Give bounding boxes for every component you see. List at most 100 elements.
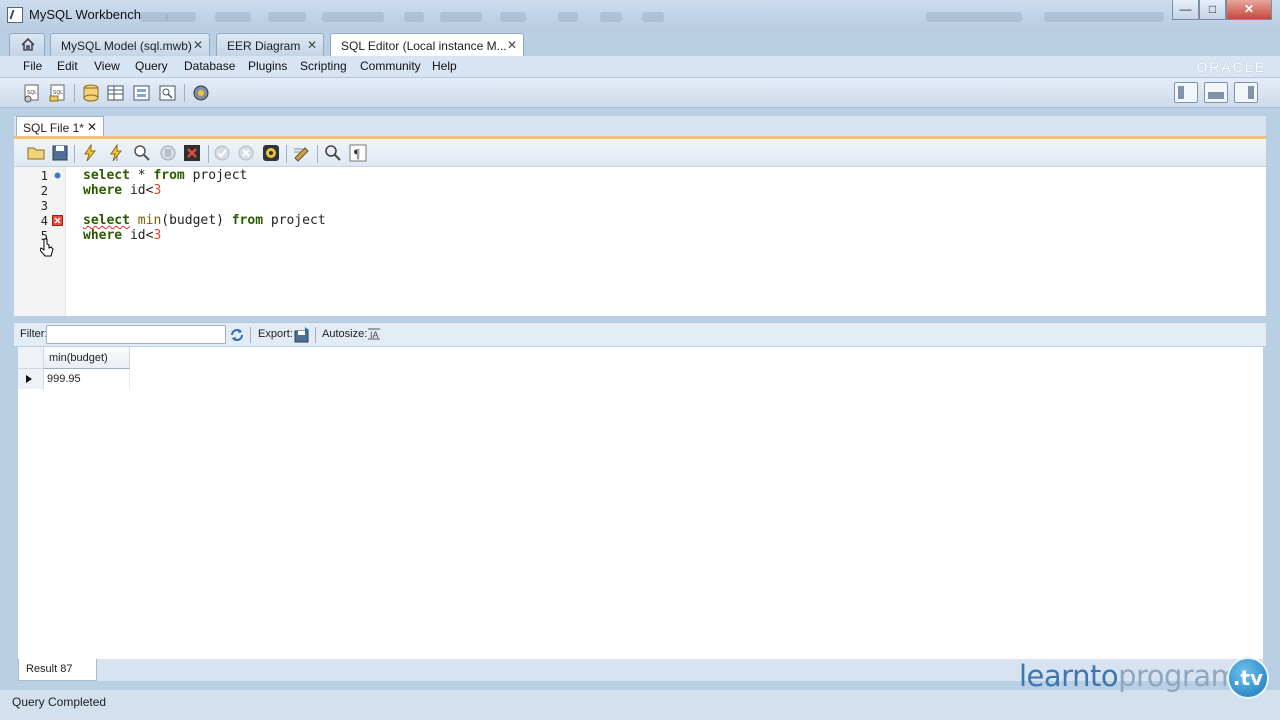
table-cell[interactable]: 999.95	[44, 369, 130, 389]
tab-eer-diagram[interactable]: EER Diagram ✕	[216, 33, 324, 56]
function-name: min	[137, 213, 162, 228]
create-table-icon[interactable]	[106, 83, 126, 103]
menu-query[interactable]: Query	[135, 59, 168, 73]
number-literal: 3	[153, 183, 162, 198]
current-row-marker[interactable]	[18, 369, 44, 389]
tab-label: MySQL Model (sql.mwb)	[61, 39, 192, 53]
execute-icon[interactable]	[80, 143, 100, 163]
close-icon[interactable]: ✕	[507, 38, 517, 52]
minimize-button[interactable]: —	[1172, 0, 1199, 20]
keyword: from	[153, 168, 185, 183]
blurred-menu-ghost	[215, 12, 251, 22]
menu-file[interactable]: File	[23, 59, 42, 73]
close-window-button[interactable]: ✕	[1226, 0, 1272, 20]
line-number: 4	[40, 214, 48, 228]
create-view-icon[interactable]	[132, 83, 152, 103]
open-file-icon[interactable]	[26, 143, 46, 163]
sql-editor-panel: SQL File 1* ✕ I ¶ 1 2 3 4 5 select * fro…	[14, 116, 1266, 316]
close-icon[interactable]: ✕	[307, 38, 317, 52]
main-toolbar: SQL SQL	[0, 78, 1280, 108]
stop-icon[interactable]	[158, 143, 178, 163]
create-schema-icon[interactable]	[80, 83, 100, 103]
toolbar-separator	[250, 327, 251, 343]
home-tab[interactable]	[9, 33, 45, 56]
commit-icon[interactable]	[212, 143, 232, 163]
code-text: id<	[122, 183, 154, 198]
toggle-output-button[interactable]	[1204, 82, 1228, 103]
menu-bar: File Edit View Query Database Plugins Sc…	[0, 56, 1280, 78]
close-icon[interactable]: ✕	[87, 120, 97, 134]
title-bar: MySQL Workbench — □ ✕	[0, 0, 1280, 32]
code-line-5: where id<3	[83, 228, 161, 243]
column-header[interactable]: min(budget)	[44, 347, 130, 369]
toolbar-separator	[286, 145, 287, 163]
blurred-menu-ghost	[440, 12, 482, 22]
blurred-toolbar-ghost	[600, 12, 622, 22]
filter-input[interactable]	[46, 325, 226, 344]
home-icon	[21, 38, 35, 51]
invisible-characters-icon[interactable]: ¶	[348, 143, 368, 163]
toolbar-separator	[74, 84, 75, 102]
blurred-toolbar-ghost	[558, 12, 578, 22]
toggle-error-stop-icon[interactable]	[182, 143, 202, 163]
keyword: select	[83, 213, 130, 228]
beautify-icon[interactable]	[292, 143, 312, 163]
window-title: MySQL Workbench	[29, 7, 141, 22]
identifier: project	[184, 168, 248, 183]
menu-help[interactable]: Help	[432, 59, 457, 73]
autocommit-icon[interactable]	[261, 143, 281, 163]
blurred-search-ghost	[1044, 12, 1164, 22]
code-text: (budget)	[161, 213, 232, 228]
learntoprogram-watermark: learntoprogram .tv	[1019, 657, 1271, 702]
toolbar-separator	[74, 145, 75, 163]
sql-editor-toolbar: I ¶	[14, 139, 1266, 167]
tab-sql-editor[interactable]: SQL Editor (Local instance M... ✕	[330, 33, 524, 57]
menu-database[interactable]: Database	[184, 59, 235, 73]
error-marker-icon	[52, 215, 63, 226]
export-label: Export:	[258, 328, 293, 340]
refresh-icon[interactable]	[229, 327, 245, 343]
menu-view[interactable]: View	[94, 59, 120, 73]
sql-file-tab[interactable]: SQL File 1* ✕	[16, 116, 104, 137]
menu-scripting[interactable]: Scripting	[300, 59, 347, 73]
toolbar-separator	[208, 145, 209, 163]
menu-plugins[interactable]: Plugins	[248, 59, 287, 73]
menu-community[interactable]: Community	[360, 59, 421, 73]
blurred-menu-ghost	[268, 12, 306, 22]
keyword: from	[231, 213, 264, 228]
rollback-icon[interactable]	[236, 143, 256, 163]
open-sql-script-icon[interactable]: SQL	[48, 83, 68, 103]
save-icon[interactable]	[50, 143, 70, 163]
toggle-secondary-sidebar-button[interactable]	[1234, 82, 1258, 103]
reconnect-server-icon[interactable]	[191, 83, 211, 103]
autosize-icon[interactable]: IA	[367, 327, 381, 341]
workbench-app-icon	[7, 7, 23, 23]
new-sql-tab-icon[interactable]: SQL	[22, 83, 42, 103]
blurred-menu-ghost	[322, 12, 384, 22]
output-layout-icon	[1208, 92, 1224, 99]
tab-mysql-model[interactable]: MySQL Model (sql.mwb) ✕	[50, 33, 210, 56]
menu-edit[interactable]: Edit	[57, 59, 78, 73]
sql-file-tab-label: SQL File 1*	[23, 121, 84, 135]
blurred-menu-ghost	[404, 12, 424, 22]
watermark-part2: program	[1118, 659, 1239, 693]
number-literal: 3	[153, 228, 162, 243]
export-icon[interactable]	[293, 326, 311, 344]
sidebar-layout-icon	[1178, 86, 1184, 99]
blurred-search-ghost	[926, 12, 1022, 22]
code-editor[interactable]: 1 2 3 4 5 select * from project where id…	[14, 167, 1266, 316]
toggle-sidebar-button[interactable]	[1174, 82, 1198, 103]
result-grid[interactable]: min(budget) 999.95	[18, 347, 1263, 659]
result-tab[interactable]: Result 87	[18, 659, 97, 681]
code-line-4: select min(budget) from project	[83, 213, 326, 228]
find-icon[interactable]	[323, 143, 343, 163]
maximize-button[interactable]: □	[1199, 0, 1226, 20]
line-number: 3	[40, 199, 48, 213]
create-routine-icon[interactable]	[158, 83, 178, 103]
execute-current-statement-icon[interactable]: I	[106, 143, 126, 163]
close-icon[interactable]: ✕	[193, 38, 203, 52]
explain-icon[interactable]	[132, 143, 152, 163]
identifier: project	[263, 213, 326, 228]
blurred-menu-ghost	[500, 12, 526, 22]
secondary-sidebar-layout-icon	[1248, 86, 1254, 99]
